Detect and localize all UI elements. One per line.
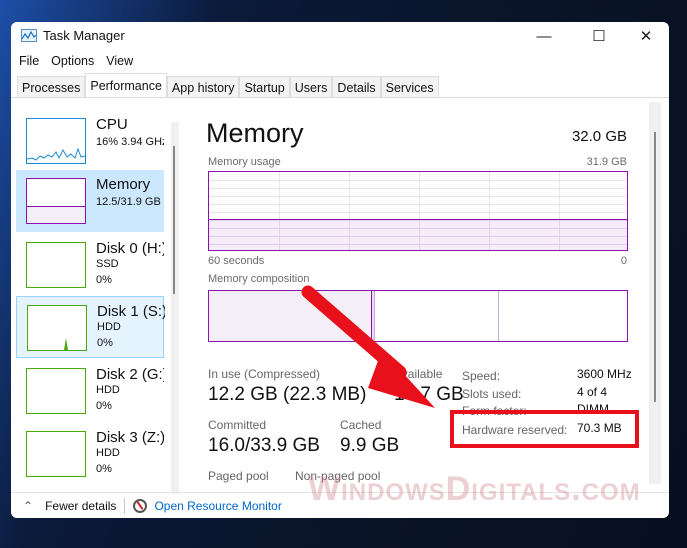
spec-value: 3600 MHz <box>577 367 632 381</box>
spec-label: Speed: <box>462 369 501 383</box>
usage-label: Memory usage <box>208 156 281 168</box>
tab-bar: Processes Performance App history Startu… <box>11 73 669 98</box>
tab-startup[interactable]: Startup <box>239 76 290 97</box>
menu-file[interactable]: File <box>19 54 39 68</box>
sidebar-item-name: Disk 1 (S:) <box>97 303 165 320</box>
committed-value: 16.0/33.9 GB <box>208 435 320 456</box>
tab-services[interactable]: Services <box>380 76 439 97</box>
disk-thumbnail-graph <box>26 431 86 477</box>
tab-details[interactable]: Details <box>332 76 381 97</box>
sidebar-item-detail: 16% 3.94 GHz <box>96 136 164 148</box>
committed-label: Committed <box>208 418 267 432</box>
tab-users[interactable]: Users <box>289 76 333 97</box>
page-title: Memory <box>206 118 304 148</box>
time-right-label: 0 <box>620 255 627 267</box>
chevron-up-icon[interactable]: ⌃ <box>23 499 33 513</box>
task-manager-icon <box>21 29 37 42</box>
memory-usage-fill <box>209 219 627 250</box>
open-resource-monitor-link[interactable]: Open Resource Monitor <box>154 499 281 513</box>
total-memory: 32.0 GB <box>571 128 627 145</box>
memory-thumbnail-graph <box>26 178 86 224</box>
sidebar-item-detail: HDD <box>97 321 121 333</box>
title-bar: Task Manager <box>21 28 125 43</box>
maximize-button[interactable]: ☐ <box>576 24 622 50</box>
fewer-details-button[interactable]: Fewer details <box>45 499 116 513</box>
sidebar-item-name: Disk 3 (Z:) <box>96 429 164 446</box>
sidebar-scrollbar[interactable] <box>171 122 179 494</box>
sidebar-item-disk-3[interactable]: Disk 3 (Z:) HDD 0% <box>16 423 164 485</box>
cached-value: 9.9 GB <box>340 435 400 456</box>
sidebar-item-disk-0[interactable]: Disk 0 (H:) SSD 0% <box>16 234 164 296</box>
resource-monitor-icon <box>133 498 148 513</box>
tab-app-history[interactable]: App history <box>166 76 240 97</box>
spec-value: 4 of 4 <box>577 385 608 399</box>
window-title: Task Manager <box>43 28 125 43</box>
menu-bar: File Options View <box>19 54 133 68</box>
usage-max: 31.9 GB <box>586 156 627 168</box>
sidebar-item-disk-1[interactable]: Disk 1 (S:) HDD 0% <box>16 296 165 358</box>
cached-label: Cached <box>340 418 382 432</box>
disk-thumbnail-graph <box>26 368 86 414</box>
sidebar-item-cpu[interactable]: CPU 16% 3.94 GHz <box>16 110 164 172</box>
sidebar-item-usage: 0% <box>97 337 113 349</box>
time-left-label: 60 seconds <box>208 255 265 267</box>
footer-divider <box>124 497 126 514</box>
sidebar-item-detail: HDD <box>96 447 120 459</box>
main-scrollbar[interactable] <box>649 102 661 484</box>
spec-label: Slots used: <box>462 387 522 401</box>
sidebar-item-usage: 0% <box>96 463 112 475</box>
sidebar-item-usage: 0% <box>96 400 112 412</box>
sidebar-item-memory[interactable]: Memory 12.5/31.9 GB <box>16 170 164 232</box>
watermark: WindowsDigitals.com <box>308 470 641 508</box>
tab-performance[interactable]: Performance <box>85 73 167 97</box>
minimize-button[interactable]: — <box>521 24 567 50</box>
composition-free[interactable] <box>499 291 627 341</box>
sidebar-item-disk-2[interactable]: Disk 2 (G:) HDD 0% <box>16 360 164 422</box>
menu-options[interactable]: Options <box>51 54 94 68</box>
sidebar-item-name: Memory <box>96 176 151 193</box>
close-button[interactable]: ✕ <box>623 24 669 50</box>
sidebar-item-name: Disk 2 (G:) <box>96 366 164 383</box>
cpu-thumbnail-graph <box>26 118 86 164</box>
paged-pool-label: Paged pool <box>208 469 269 483</box>
disk-thumbnail-graph <box>27 305 87 351</box>
disk-thumbnail-graph <box>26 242 86 288</box>
sidebar-item-usage: 0% <box>96 274 112 286</box>
menu-view[interactable]: View <box>106 54 133 68</box>
sidebar-item-name: Disk 0 (H:) <box>96 240 164 257</box>
memory-usage-graph <box>208 171 628 251</box>
highlight-box <box>450 410 639 448</box>
red-arrow-annotation <box>301 285 435 408</box>
sidebar-item-detail: SSD <box>96 258 119 270</box>
tab-processes[interactable]: Processes <box>17 76 86 97</box>
sidebar-item-detail: 12.5/31.9 GB <box>96 196 161 208</box>
sidebar-item-name: CPU <box>96 116 128 133</box>
sidebar-item-detail: HDD <box>96 384 120 396</box>
